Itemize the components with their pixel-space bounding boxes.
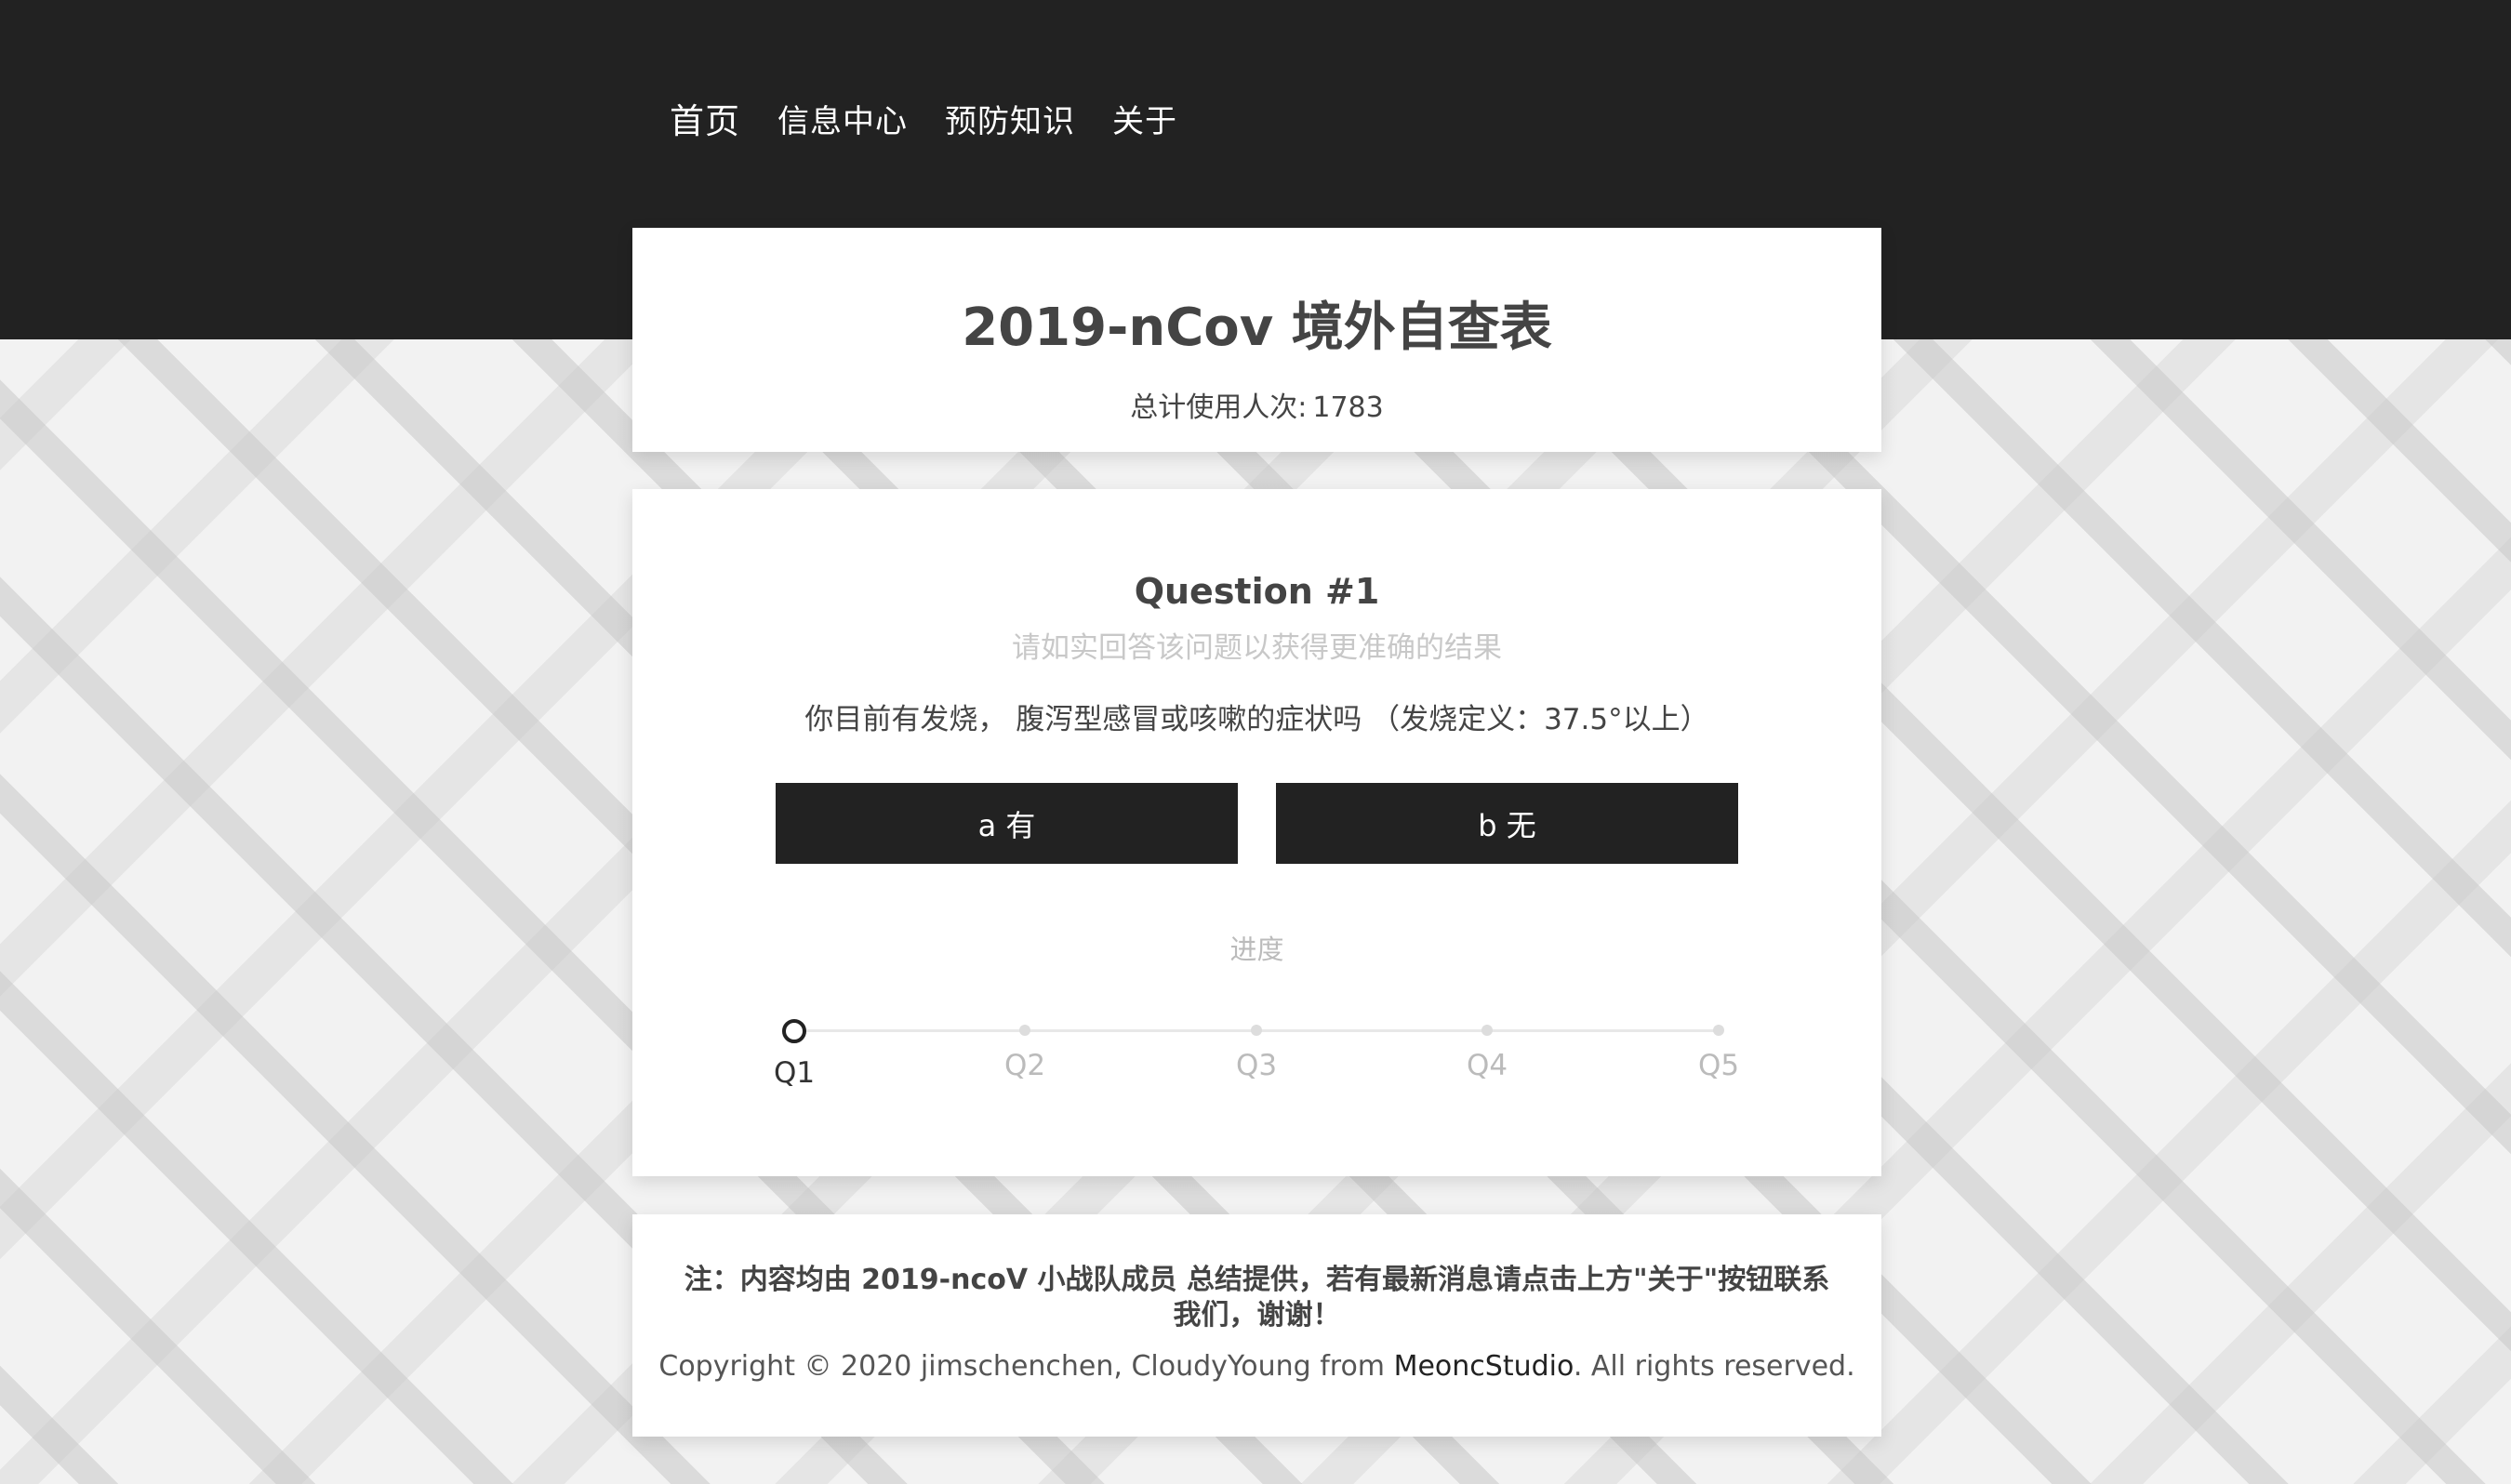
progress-step-2: Q2	[1004, 1019, 1045, 1082]
copyright-suffix: . All rights reserved.	[1573, 1350, 1855, 1383]
copyright-prefix: Copyright © 2020 jimschenchen, CloudyYou…	[658, 1350, 1394, 1383]
progress-dot	[1251, 1025, 1262, 1036]
footer-note: 注：内容均由 2019-ncoV 小战队成员 总结提供，若有最新消息请点击上方"…	[684, 1264, 1830, 1332]
nav-item-info-center[interactable]: 信息中心	[777, 96, 908, 141]
question-text: 你目前有发烧， 腹泻型感冒或咳嗽的症状吗 （发烧定义：37.5°以上）	[804, 703, 1709, 736]
progress-step-5: Q5	[1698, 1019, 1739, 1082]
nav-item-about[interactable]: 关于	[1112, 96, 1177, 141]
progress-dot	[1481, 1025, 1493, 1036]
progress-dot-current	[782, 1019, 806, 1043]
progress-label: 进度	[1229, 934, 1284, 965]
footer-card: 注：内容均由 2019-ncoV 小战队成员 总结提供，若有最新消息请点击上方"…	[632, 1214, 1881, 1437]
progress-step-3: Q3	[1236, 1019, 1277, 1082]
nav-item-home[interactable]: 首页	[670, 93, 740, 143]
question-card: Question #1 请如实回答该问题以获得更准确的结果 你目前有发烧， 腹泻…	[632, 489, 1881, 1176]
page-title: 2019-nCov 境外自查表	[962, 298, 1552, 358]
answer-yes-button[interactable]: a 有	[776, 783, 1238, 864]
progress-step-label: Q4	[1466, 1049, 1508, 1082]
usage-label: 总计使用人次:	[1130, 391, 1308, 424]
progress-step-label: Q3	[1235, 1049, 1278, 1082]
copyright-text: Copyright © 2020 jimschenchen, CloudyYou…	[632, 1350, 1881, 1383]
question-hint: 请如实回答该问题以获得更准确的结果	[1012, 631, 1502, 665]
progress-dot	[1713, 1025, 1724, 1036]
nav-item-prevention[interactable]: 预防知识	[945, 96, 1075, 141]
progress-step-label: Q1	[773, 1056, 816, 1090]
progress-step-label: Q5	[1697, 1049, 1740, 1082]
question-title: Question #1	[1134, 571, 1380, 612]
progress-step-4: Q4	[1467, 1019, 1508, 1082]
answer-no-button[interactable]: b 无	[1276, 783, 1738, 864]
main-nav: 首页 信息中心 预防知识 关于	[670, 93, 1215, 143]
usage-counter: 总计使用人次: 1783	[632, 384, 1881, 425]
progress-step-1: Q1	[774, 1019, 815, 1090]
studio-link[interactable]: MeoncStudio	[1394, 1350, 1574, 1383]
header-card: 2019-nCov 境外自查表 总计使用人次: 1783	[632, 228, 1881, 452]
progress-step-label: Q2	[1003, 1049, 1046, 1082]
usage-count: 1783	[1312, 391, 1384, 424]
progress-dot	[1019, 1025, 1030, 1036]
